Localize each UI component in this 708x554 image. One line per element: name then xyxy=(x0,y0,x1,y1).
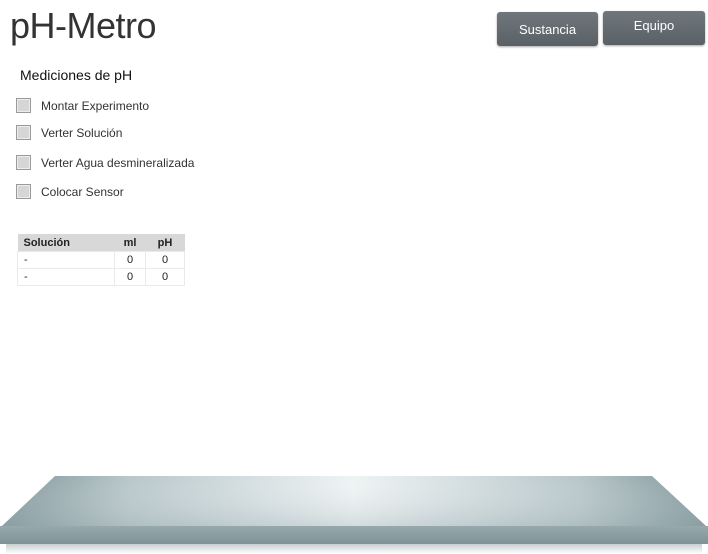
column-header-ml: ml xyxy=(114,234,146,252)
table-row: - 0 0 xyxy=(17,251,185,269)
checkbox[interactable] xyxy=(16,155,31,170)
bench-front-edge xyxy=(0,526,708,544)
step-label: Montar Experimento xyxy=(41,98,150,113)
equipo-button-label: Equipo xyxy=(633,18,675,33)
step-montar-experimento[interactable]: Montar Experimento xyxy=(16,98,149,113)
cell-solucion: - xyxy=(17,251,115,269)
measurements-table: Solución ml pH - 0 0 - 0 0 xyxy=(17,234,185,286)
bench-top-shade xyxy=(2,476,706,526)
step-colocar-sensor[interactable]: Colocar Sensor xyxy=(16,184,124,199)
bench-shadow xyxy=(6,544,702,554)
table-header-row: Solución ml pH xyxy=(17,234,185,252)
cell-ml: 0 xyxy=(114,251,146,269)
column-header-ph: pH xyxy=(145,234,185,252)
step-label: Verter Solución xyxy=(41,125,123,140)
cell-ph: 0 xyxy=(145,251,185,269)
measurements-title: Mediciones de pH xyxy=(20,67,133,83)
checkbox[interactable] xyxy=(16,125,31,140)
sustancia-button[interactable]: Sustancia xyxy=(497,12,598,46)
cell-solucion: - xyxy=(17,268,115,286)
checkbox[interactable] xyxy=(16,98,31,113)
step-label: Colocar Sensor xyxy=(41,184,124,199)
equipo-button[interactable]: Equipo xyxy=(603,11,705,45)
app-title: pH-Metro xyxy=(10,5,157,46)
step-verter-agua[interactable]: Verter Agua desmineralizada xyxy=(16,155,194,170)
table-row: - 0 0 xyxy=(17,268,185,286)
step-label: Verter Agua desmineralizada xyxy=(41,155,195,170)
cell-ml: 0 xyxy=(114,268,146,286)
checkbox[interactable] xyxy=(16,184,31,199)
step-verter-solucion[interactable]: Verter Solución xyxy=(16,125,122,140)
column-header-solucion: Solución xyxy=(17,234,115,252)
lab-bench xyxy=(0,476,708,554)
cell-ph: 0 xyxy=(145,268,185,286)
